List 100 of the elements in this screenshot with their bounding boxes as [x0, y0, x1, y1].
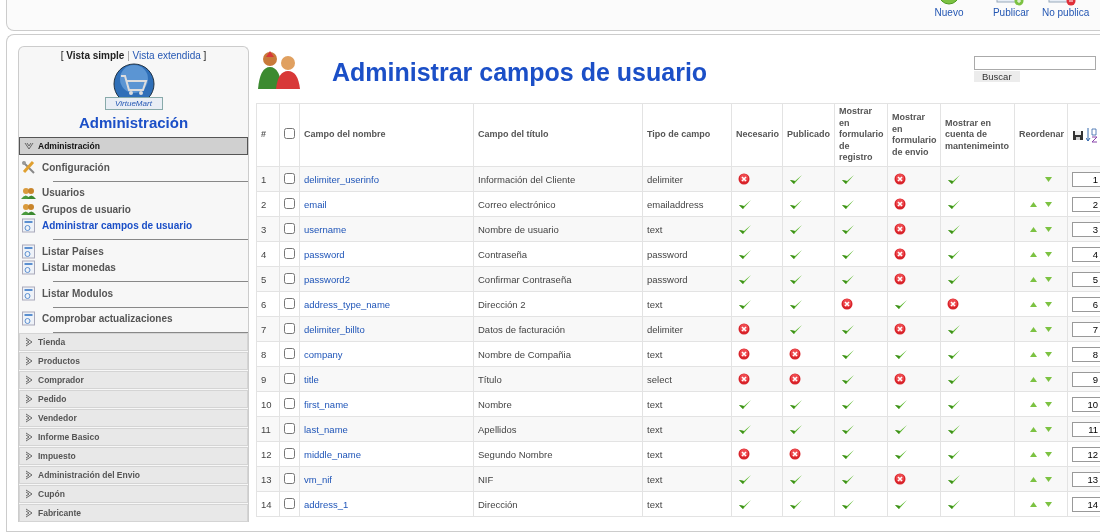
- menu-item[interactable]: Grupos de usuario: [21, 201, 248, 218]
- down-arrow-icon[interactable]: [1045, 476, 1052, 482]
- up-arrow-icon[interactable]: [1030, 226, 1037, 232]
- cross-icon[interactable]: [894, 323, 906, 335]
- row-checkbox[interactable]: [284, 422, 295, 434]
- checkmark-icon[interactable]: [894, 498, 908, 510]
- up-arrow-icon[interactable]: [1030, 501, 1037, 507]
- menu-item[interactable]: Administrar campos de usuario: [21, 217, 248, 234]
- field-name-link[interactable]: username: [304, 223, 347, 235]
- view-option[interactable]: Vista extendida: [132, 50, 201, 61]
- field-name-link[interactable]: password: [304, 248, 345, 260]
- cross-icon[interactable]: [789, 348, 801, 360]
- checkmark-icon[interactable]: [841, 498, 855, 510]
- checkmark-icon[interactable]: [789, 298, 803, 310]
- menu-section-header[interactable]: Productos: [19, 352, 248, 370]
- down-arrow-icon[interactable]: [1045, 376, 1052, 382]
- cross-icon[interactable]: [894, 223, 906, 235]
- down-arrow-icon[interactable]: [1045, 351, 1052, 357]
- menu-item[interactable]: Listar Países: [21, 243, 248, 260]
- menu-section-header[interactable]: Impuesto: [19, 447, 248, 465]
- up-arrow-icon[interactable]: [1030, 376, 1037, 382]
- checkmark-icon[interactable]: [789, 323, 803, 335]
- field-name-link[interactable]: address_1: [304, 498, 349, 510]
- row-checkbox[interactable]: [284, 297, 295, 309]
- checkmark-icon[interactable]: [841, 373, 855, 385]
- menu-section-header[interactable]: Administración: [19, 137, 248, 155]
- checkmark-icon[interactable]: [789, 423, 803, 435]
- checkmark-icon[interactable]: [789, 198, 803, 210]
- row-checkbox[interactable]: [284, 447, 295, 459]
- cross-icon[interactable]: [738, 323, 750, 335]
- checkmark-icon[interactable]: [738, 198, 752, 210]
- order-field[interactable]: 6: [1072, 296, 1100, 312]
- menu-section-header[interactable]: Comprador: [19, 371, 248, 389]
- menu-item[interactable]: Usuarios: [21, 184, 248, 201]
- down-arrow-icon[interactable]: [1045, 276, 1052, 282]
- checkmark-icon[interactable]: [789, 473, 803, 485]
- up-arrow-icon[interactable]: [1030, 351, 1037, 357]
- checkmark-icon[interactable]: [738, 248, 752, 260]
- row-checkbox[interactable]: [284, 222, 295, 234]
- down-arrow-icon[interactable]: [1045, 251, 1052, 257]
- cross-icon[interactable]: [894, 473, 906, 485]
- row-checkbox[interactable]: [284, 272, 295, 284]
- checkmark-icon[interactable]: [841, 173, 855, 185]
- up-arrow-icon[interactable]: [1030, 201, 1037, 207]
- checkmark-icon[interactable]: [894, 348, 908, 360]
- checkmark-icon[interactable]: [789, 498, 803, 510]
- down-arrow-icon[interactable]: [1045, 501, 1052, 507]
- menu-section-header[interactable]: Fabricante: [19, 504, 248, 522]
- checkmark-icon[interactable]: [841, 323, 855, 335]
- order-field[interactable]: 5: [1072, 271, 1100, 287]
- checkmark-icon[interactable]: [841, 273, 855, 285]
- row-checkbox[interactable]: [284, 322, 295, 334]
- row-checkbox[interactable]: [284, 397, 295, 409]
- order-field[interactable]: 9: [1072, 371, 1100, 387]
- checkmark-icon[interactable]: [841, 198, 855, 210]
- toolbar-button[interactable]: Nuevo: [918, 0, 980, 30]
- cross-icon[interactable]: [738, 173, 750, 185]
- up-arrow-icon[interactable]: [1030, 451, 1037, 457]
- down-arrow-icon[interactable]: [1045, 226, 1052, 232]
- checkmark-icon[interactable]: [789, 248, 803, 260]
- field-name-link[interactable]: title: [304, 373, 319, 385]
- order-field[interactable]: 13: [1072, 471, 1100, 487]
- cross-icon[interactable]: [789, 373, 801, 385]
- checkmark-icon[interactable]: [947, 173, 961, 185]
- menu-item[interactable]: Listar monedas: [21, 259, 248, 276]
- order-field[interactable]: 7: [1072, 321, 1100, 337]
- up-arrow-icon[interactable]: [1030, 251, 1037, 257]
- field-name-link[interactable]: email: [304, 198, 327, 210]
- checkmark-icon[interactable]: [947, 448, 961, 460]
- cross-icon[interactable]: [894, 273, 906, 285]
- cross-icon[interactable]: [894, 173, 906, 185]
- order-field[interactable]: 14: [1072, 496, 1100, 512]
- checkmark-icon[interactable]: [738, 398, 752, 410]
- row-checkbox[interactable]: [284, 372, 295, 384]
- checkmark-icon[interactable]: [947, 398, 961, 410]
- checkmark-icon[interactable]: [947, 348, 961, 360]
- order-field[interactable]: 8: [1072, 346, 1100, 362]
- down-arrow-icon[interactable]: [1045, 401, 1052, 407]
- menu-section-header[interactable]: Informe Basico: [19, 428, 248, 446]
- up-arrow-icon[interactable]: [1030, 301, 1037, 307]
- order-field[interactable]: 4: [1072, 246, 1100, 262]
- checkmark-icon[interactable]: [841, 248, 855, 260]
- order-field[interactable]: 1: [1072, 171, 1100, 187]
- cross-icon[interactable]: [738, 348, 750, 360]
- checkmark-icon[interactable]: [947, 323, 961, 335]
- checkmark-icon[interactable]: [841, 398, 855, 410]
- row-checkbox[interactable]: [284, 472, 295, 484]
- down-arrow-icon[interactable]: [1045, 301, 1052, 307]
- field-name-link[interactable]: middle_name: [304, 448, 362, 460]
- cross-icon[interactable]: [894, 248, 906, 260]
- field-name-link[interactable]: delimiter_billto: [304, 323, 365, 335]
- checkmark-icon[interactable]: [947, 248, 961, 260]
- row-checkbox[interactable]: [284, 347, 295, 359]
- up-arrow-icon[interactable]: [1030, 476, 1037, 482]
- down-arrow-icon[interactable]: [1045, 451, 1052, 457]
- row-checkbox[interactable]: [284, 197, 295, 209]
- checkmark-icon[interactable]: [894, 448, 908, 460]
- menu-item[interactable]: Configuración: [21, 159, 248, 176]
- checkmark-icon[interactable]: [841, 448, 855, 460]
- row-checkbox[interactable]: [284, 497, 295, 509]
